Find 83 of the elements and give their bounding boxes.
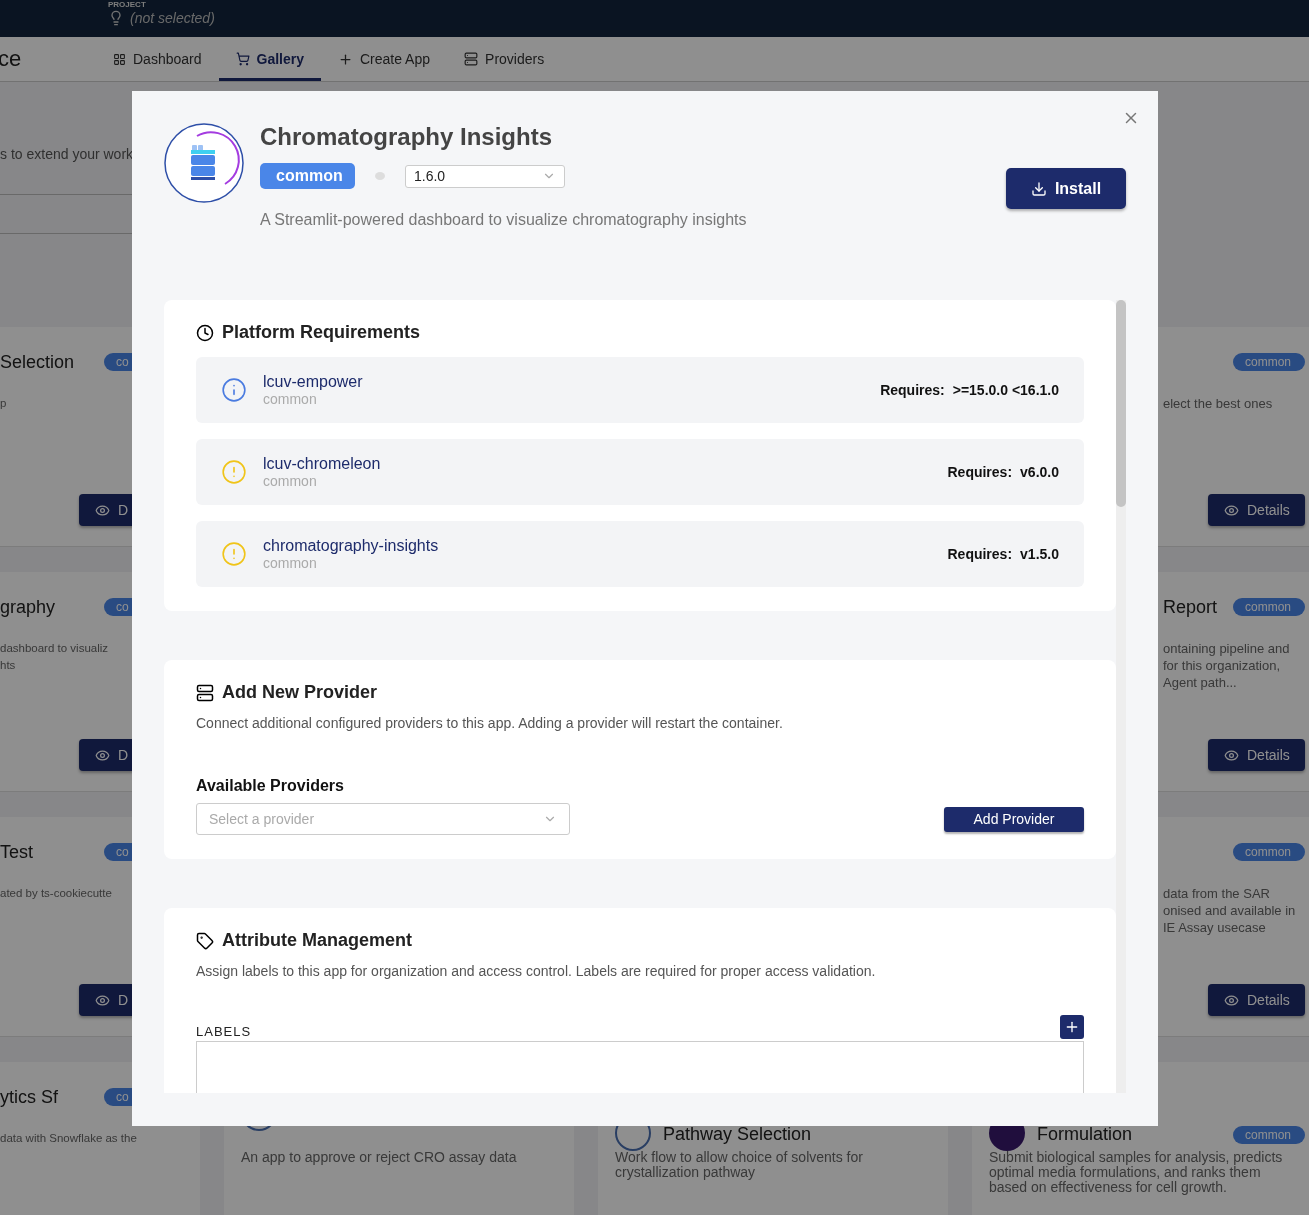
requires-version: v6.0.0 bbox=[1020, 464, 1059, 480]
card-title: Formulation bbox=[1037, 1124, 1133, 1145]
requirement-name: lcuv-empower bbox=[263, 373, 364, 391]
card-title: ytics Sf bbox=[0, 1087, 58, 1108]
requires-version: v1.5.0 bbox=[1020, 546, 1059, 562]
eye-icon bbox=[95, 747, 110, 763]
version-select[interactable]: 1.6.0 bbox=[405, 164, 565, 188]
card-description: Agent path... bbox=[1163, 674, 1238, 691]
tag-badge: common bbox=[1233, 843, 1305, 861]
details-button[interactable]: Details bbox=[1208, 494, 1305, 526]
requires-label: Requires: bbox=[947, 464, 1013, 480]
card-title: Report bbox=[1163, 597, 1218, 618]
card-title: Selection bbox=[0, 352, 75, 373]
details-button[interactable]: Details bbox=[1208, 984, 1305, 1016]
card-title: graphy bbox=[0, 597, 56, 618]
requires-version: >=15.0.0 <16.1.0 bbox=[952, 382, 1059, 398]
card-description: An app to approve or reject CRO assay data bbox=[241, 1150, 518, 1165]
card-description: based on effectiveness for cell growth. bbox=[989, 1180, 1228, 1195]
requires-label: Requires: bbox=[880, 382, 945, 398]
server-icon bbox=[196, 683, 214, 702]
card-description: crystallization pathway bbox=[615, 1165, 757, 1180]
project-label: PROJECT bbox=[108, 0, 147, 9]
card-description: dashboard to visualiz bbox=[0, 641, 110, 656]
add-label-button[interactable] bbox=[1060, 1015, 1084, 1039]
eye-icon bbox=[1224, 747, 1239, 763]
section-description: Connect additional configured providers to this app. Adding a provider will restart the container. bbox=[196, 715, 784, 731]
card-description: for this organization, bbox=[1163, 657, 1282, 674]
status-dot bbox=[375, 172, 385, 180]
tag-badge: common bbox=[1233, 353, 1305, 371]
card-description: Work flow to allow choice of solvents for bbox=[615, 1150, 864, 1165]
clock-icon bbox=[196, 323, 214, 342]
requirement-name: chromatography-insights bbox=[263, 537, 440, 555]
nav-tab[interactable]: Gallery bbox=[218, 37, 321, 81]
grid-icon bbox=[113, 52, 126, 66]
app-description: A Streamlit-powered dashboard to visualize chromatography insights bbox=[260, 211, 748, 229]
eye-icon bbox=[1224, 992, 1239, 1008]
install-button[interactable]: Install bbox=[1006, 168, 1126, 209]
nav-tab[interactable]: Dashboard bbox=[96, 37, 219, 81]
section-title: Platform Requirements bbox=[222, 322, 421, 343]
card-description: p bbox=[0, 396, 8, 411]
tag-badge: common bbox=[1233, 1126, 1305, 1144]
field-label: Available Providers bbox=[196, 777, 345, 795]
card-description: data from the SAR bbox=[1163, 885, 1271, 902]
section-title: Add New Provider bbox=[222, 682, 378, 703]
lightbulb-icon bbox=[108, 10, 124, 26]
tag-icon bbox=[196, 931, 214, 950]
card-description: IE Assay usecase bbox=[1163, 919, 1267, 936]
card-title: Pathway Selection bbox=[663, 1124, 812, 1145]
eye-icon bbox=[95, 502, 110, 518]
card-description: onised and available in bbox=[1163, 902, 1297, 919]
download-icon bbox=[1030, 180, 1047, 197]
section-title: Attribute Management bbox=[222, 930, 412, 951]
card-title: Test bbox=[0, 842, 33, 863]
card-description: hts bbox=[0, 658, 17, 673]
tag-badge: common bbox=[1233, 598, 1305, 616]
eye-icon bbox=[95, 992, 110, 1008]
scrollbar-thumb[interactable] bbox=[1116, 300, 1126, 507]
card-description: optimal media formulations, and ranks them bbox=[989, 1165, 1261, 1180]
page-subtitle: s to extend your work bbox=[0, 146, 135, 162]
cart-icon bbox=[235, 52, 250, 66]
card-description: ontaining pipeline and bbox=[1163, 640, 1291, 657]
plus-icon bbox=[1064, 1019, 1080, 1035]
labels-heading: LABELS bbox=[196, 1024, 252, 1039]
requirement-scope: common bbox=[263, 391, 318, 407]
add-provider-button[interactable]: Add Provider bbox=[944, 806, 1084, 832]
plus-icon bbox=[338, 51, 353, 67]
tag-badge: common bbox=[260, 163, 355, 189]
card-description: Submit biological samples for analysis, predicts bbox=[989, 1150, 1284, 1165]
project-value[interactable]: (not selected) bbox=[130, 10, 215, 26]
requirement-scope: common bbox=[263, 473, 318, 489]
details-button[interactable]: Details bbox=[1208, 739, 1305, 771]
nav-tab[interactable]: Providers bbox=[447, 37, 562, 81]
card-description: data with Snowflake as the bbox=[0, 1131, 138, 1146]
section-description: Assign labels to this app for organization and access control. Labels are required for proper access validation. bbox=[196, 963, 877, 979]
card-description: elect the best ones bbox=[1163, 395, 1274, 412]
eye-icon bbox=[1224, 502, 1239, 518]
requires-label: Requires: bbox=[947, 546, 1013, 562]
dialog-title: Chromatography Insights bbox=[260, 123, 554, 151]
requirement-scope: common bbox=[263, 555, 318, 571]
nav-tab[interactable]: Create App bbox=[321, 37, 448, 81]
requirement-name: lcuv-chromeleon bbox=[263, 455, 382, 473]
card-description: ated by ts-cookiecutte bbox=[0, 886, 113, 901]
server-icon bbox=[464, 52, 479, 66]
